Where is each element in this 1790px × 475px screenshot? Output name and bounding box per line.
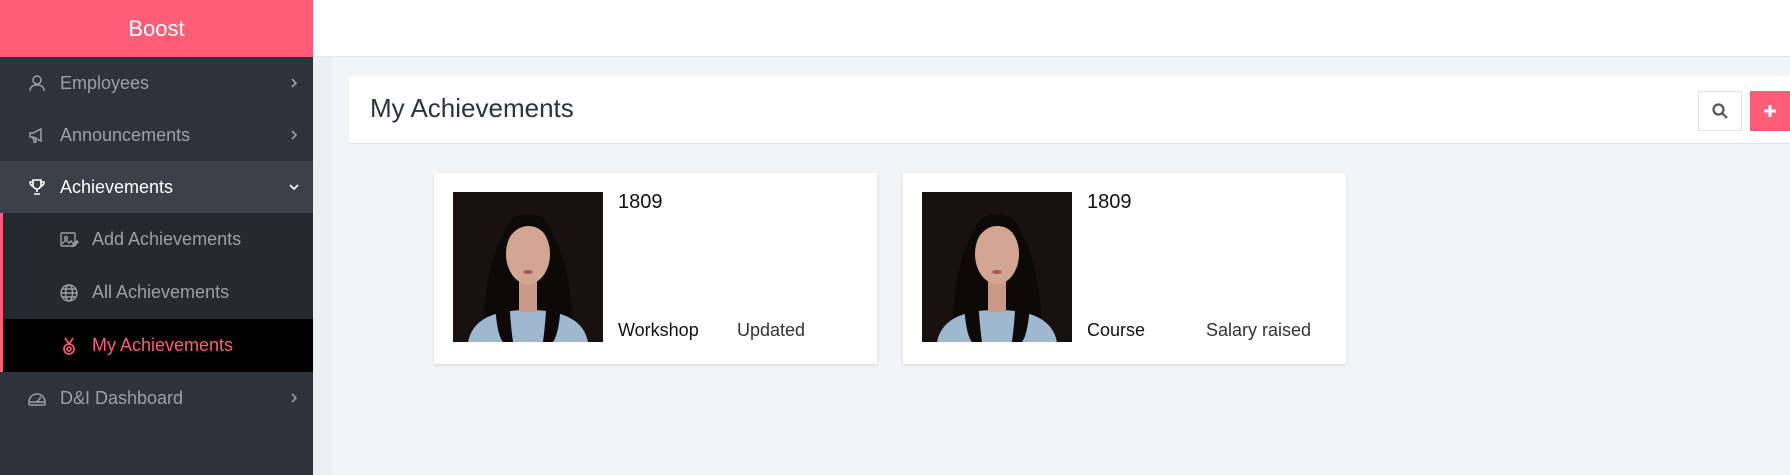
achievement-number: 1809 bbox=[1087, 191, 1132, 213]
employee-photo bbox=[922, 192, 1072, 342]
sidebar-item-label: My Achievements bbox=[92, 335, 234, 355]
sidebar-item-my-achievements[interactable]: My Achievements bbox=[3, 319, 313, 372]
sidebar-item-employees[interactable]: Employees bbox=[0, 57, 313, 109]
achievement-type: Course bbox=[1087, 320, 1146, 340]
sidebar-item-label: All Achievements bbox=[92, 282, 230, 302]
achievement-type: Workshop bbox=[618, 320, 699, 340]
page-title: My Achievements bbox=[370, 93, 574, 123]
chevron-down-icon bbox=[289, 184, 299, 191]
sidebar-item-dni-dashboard[interactable]: D&I Dashboard bbox=[0, 372, 313, 424]
add-button[interactable] bbox=[1750, 91, 1790, 131]
achievement-status: Updated bbox=[737, 320, 806, 340]
page-header: My Achievements bbox=[349, 76, 1790, 144]
achievement-number: 1809 bbox=[618, 191, 663, 213]
user-icon bbox=[26, 72, 48, 94]
sidebar-item-label: Add Achievements bbox=[92, 229, 242, 249]
sidebar-item-achievements[interactable]: Achievements bbox=[0, 161, 313, 213]
main-content: My Achievements 1809 Workshop Updated 18… bbox=[313, 57, 1790, 475]
brand-logo[interactable]: Boost bbox=[0, 0, 313, 57]
sidebar-item-label: Employees bbox=[60, 72, 150, 93]
achievement-status: Salary raised bbox=[1206, 320, 1312, 340]
sidebar: Boost Employees Announcements Achievemen… bbox=[0, 0, 313, 475]
globe-icon bbox=[58, 282, 80, 304]
megaphone-icon bbox=[26, 124, 48, 146]
sidebar-item-announcements[interactable]: Announcements bbox=[0, 109, 313, 161]
gauge-icon bbox=[26, 387, 48, 409]
sidebar-item-label: Achievements bbox=[60, 176, 174, 197]
sidebar-item-label: D&I Dashboard bbox=[60, 387, 184, 408]
achievement-card[interactable]: 1809 Workshop Updated bbox=[434, 173, 877, 364]
chevron-right-icon bbox=[291, 78, 298, 88]
chevron-right-icon bbox=[291, 130, 298, 140]
plus-icon bbox=[1764, 105, 1776, 117]
chevron-right-icon bbox=[291, 393, 298, 403]
sidebar-item-label: Announcements bbox=[60, 124, 191, 145]
search-icon bbox=[1712, 103, 1728, 119]
trophy-icon bbox=[26, 176, 48, 198]
image-edit-icon bbox=[58, 229, 80, 251]
sidebar-item-add-achievements[interactable]: Add Achievements bbox=[3, 213, 313, 266]
top-bar bbox=[313, 0, 1790, 57]
achievements-submenu: Add Achievements All Achievements My Ach… bbox=[0, 213, 313, 372]
sidebar-item-all-achievements[interactable]: All Achievements bbox=[3, 266, 313, 319]
achievement-card[interactable]: 1809 Course Salary raised bbox=[903, 173, 1346, 364]
employee-photo bbox=[453, 192, 603, 342]
search-button[interactable] bbox=[1698, 91, 1742, 131]
medal-icon bbox=[58, 335, 80, 357]
